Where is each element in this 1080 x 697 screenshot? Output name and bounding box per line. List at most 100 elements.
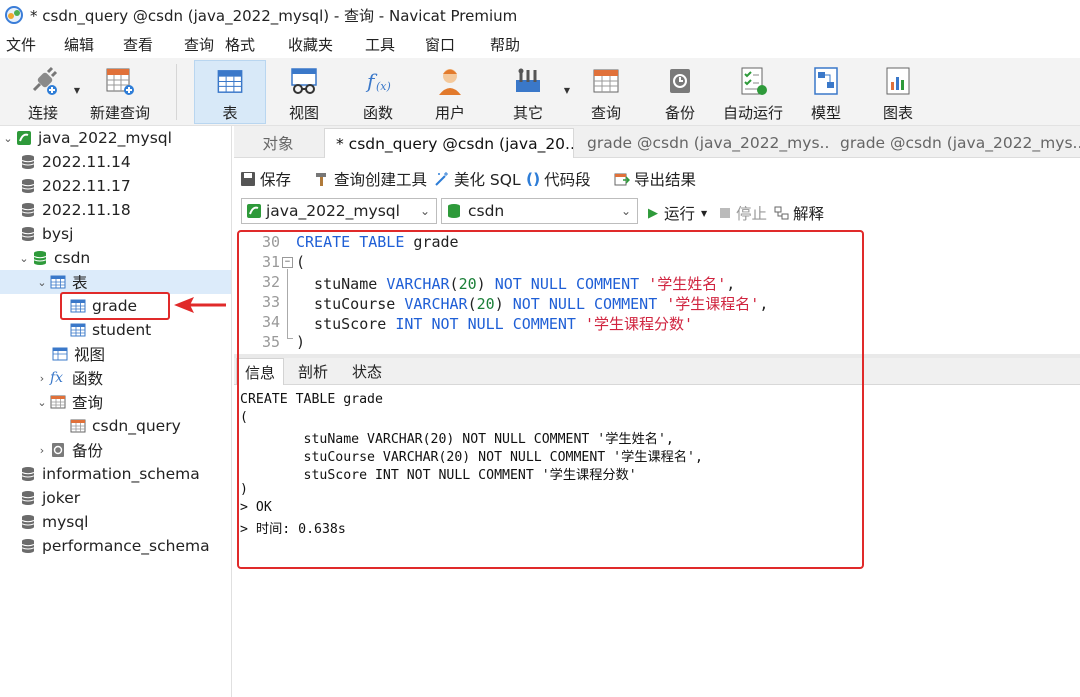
other-label: 其它	[512, 104, 543, 122]
function-icon: f (x)	[365, 69, 391, 93]
tab-grade-2[interactable]: grade @csdn (java_2022_mys...	[829, 128, 1080, 158]
tree-folder-queries[interactable]: ⌄ 查询	[34, 390, 103, 414]
tab-grade-1[interactable]: grade @csdn (java_2022_mys...	[576, 128, 828, 158]
model-icon	[814, 67, 838, 95]
backup-button[interactable]: 备份	[652, 60, 708, 124]
tab-csdn-query[interactable]: * csdn_query @csdn (java_20...	[324, 128, 574, 158]
connect-dropdown-icon[interactable]: ▼	[74, 86, 80, 95]
stop-button[interactable]: 停止	[720, 202, 767, 224]
tree-db-2022-11-14[interactable]: 2022.11.14	[20, 150, 131, 174]
code-snippet-button[interactable]: () 代码段	[526, 168, 591, 190]
table-folder-icon	[50, 275, 66, 289]
menu-favorites[interactable]: 收藏夹	[288, 34, 333, 55]
database-icon	[21, 227, 35, 241]
connection-select[interactable]: java_2022_mysql ⌄	[241, 198, 437, 224]
tree-db-label: mysql	[42, 513, 89, 531]
chevron-right-icon[interactable]: ›	[34, 372, 50, 385]
explain-icon	[774, 206, 789, 220]
tree-folder-label: 视图	[74, 346, 106, 364]
menu-help[interactable]: 帮助	[490, 34, 520, 55]
tree-folder-views[interactable]: 视图	[52, 342, 105, 366]
chevron-down-icon[interactable]: ⌄	[34, 396, 50, 409]
tab-label: grade @csdn (java_2022_mys...	[840, 134, 1080, 152]
tree-connection[interactable]: ⌄ java_2022_mysql	[0, 126, 230, 150]
mysql-connection-icon	[17, 131, 31, 145]
beautify-sql-label: 美化 SQL	[454, 171, 521, 189]
plug-icon	[32, 66, 58, 95]
database-select[interactable]: csdn ⌄	[441, 198, 638, 224]
database-select-value: csdn	[468, 202, 505, 220]
menu-window[interactable]: 窗口	[425, 34, 455, 55]
connect-button[interactable]: 连接 ▼	[18, 60, 80, 124]
tree-db-joker[interactable]: joker	[20, 486, 80, 510]
query-button[interactable]: 查询	[578, 60, 634, 124]
tree-db-mysql[interactable]: mysql	[20, 510, 89, 534]
tree-folder-label: 查询	[72, 394, 104, 412]
connection-select-value: java_2022_mysql	[266, 202, 400, 220]
chevron-down-icon[interactable]: ⌄	[16, 252, 32, 265]
tree-db-label: 2022.11.14	[42, 153, 131, 171]
database-icon	[21, 491, 35, 505]
tree-db-performance-schema[interactable]: performance_schema	[20, 534, 210, 558]
save-button[interactable]: 保存	[240, 168, 291, 190]
run-dropdown-icon[interactable]: ▼	[701, 209, 707, 218]
tab-objects[interactable]: 对象	[234, 128, 322, 158]
other-dropdown-icon[interactable]: ▼	[564, 86, 570, 95]
function-icon: fx	[50, 370, 64, 386]
tree-db-information-schema[interactable]: information_schema	[20, 462, 200, 486]
auto-run-button[interactable]: 自动运行	[720, 60, 786, 124]
function-button[interactable]: f (x) 函数	[350, 60, 406, 124]
tab-label: 对象	[262, 135, 294, 153]
tree-query-csdn-query[interactable]: csdn_query	[70, 414, 181, 438]
export-results-button[interactable]: 导出结果	[614, 168, 696, 190]
tree-db-2022-11-18[interactable]: 2022.11.18	[20, 198, 131, 222]
database-icon	[21, 179, 35, 193]
red-arrow-icon	[174, 297, 226, 313]
run-button[interactable]: ▶ 运行 ▼	[648, 202, 707, 224]
braces-icon: ()	[526, 170, 541, 188]
tree-table-student[interactable]: student	[70, 318, 151, 342]
query-toolbar: 保存 查询创建工具 美化 SQL () 代码段 导出结果	[234, 160, 1080, 194]
tree-folder-backups[interactable]: › 备份	[34, 438, 103, 462]
editor-tab-bar: 对象 * csdn_query @csdn (java_20... grade …	[234, 126, 1080, 158]
database-icon	[21, 203, 35, 217]
database-icon	[448, 204, 460, 218]
explain-button[interactable]: 解释	[774, 202, 824, 224]
menu-view[interactable]: 查看	[123, 34, 153, 55]
toolbar-separator	[176, 64, 177, 120]
chart-label: 图表	[882, 104, 913, 122]
chart-button[interactable]: 图表	[870, 60, 926, 124]
chevron-down-icon[interactable]: ⌄	[34, 276, 50, 289]
tree-db-2022-11-17[interactable]: 2022.11.17	[20, 174, 131, 198]
model-label: 模型	[810, 104, 841, 122]
query-label: 查询	[590, 104, 621, 122]
other-button[interactable]: 其它 ▼	[498, 60, 570, 124]
menu-query[interactable]: 查询	[184, 34, 214, 55]
menu-file[interactable]: 文件	[6, 34, 36, 55]
hammer-icon	[316, 173, 326, 186]
menu-edit[interactable]: 编辑	[64, 34, 94, 55]
chevron-down-icon[interactable]: ⌄	[0, 132, 16, 145]
table-button[interactable]: 表	[194, 60, 266, 124]
function-label: 函数	[362, 104, 393, 122]
chevron-right-icon[interactable]: ›	[34, 444, 50, 457]
new-query-button[interactable]: 新建查询	[88, 60, 152, 124]
tree-db-csdn[interactable]: ⌄ csdn	[16, 246, 90, 270]
menu-tools[interactable]: 工具	[365, 34, 395, 55]
table-label: 表	[222, 104, 238, 122]
view-button[interactable]: 视图	[276, 60, 332, 124]
tree-db-label: performance_schema	[42, 537, 210, 555]
user-button[interactable]: 用户	[422, 60, 478, 124]
connection-bar: java_2022_mysql ⌄ csdn ⌄ ▶ 运行 ▼ 停止 解释	[234, 194, 1080, 228]
tree-db-label: joker	[42, 489, 81, 507]
menu-format[interactable]: 格式	[225, 34, 255, 55]
query-builder-button[interactable]: 查询创建工具	[314, 168, 427, 190]
tree-folder-functions[interactable]: › fx 函数	[34, 366, 103, 390]
svg-text:(x): (x)	[376, 80, 391, 93]
model-button[interactable]: 模型	[798, 60, 854, 124]
beautify-sql-button[interactable]: 美化 SQL	[434, 168, 521, 190]
tab-label: grade @csdn (java_2022_mys...	[587, 134, 828, 152]
tree-db-bysj[interactable]: bysj	[20, 222, 73, 246]
tree-folder-tables[interactable]: ⌄ 表	[0, 270, 231, 294]
tree-db-label: 2022.11.18	[42, 201, 131, 219]
